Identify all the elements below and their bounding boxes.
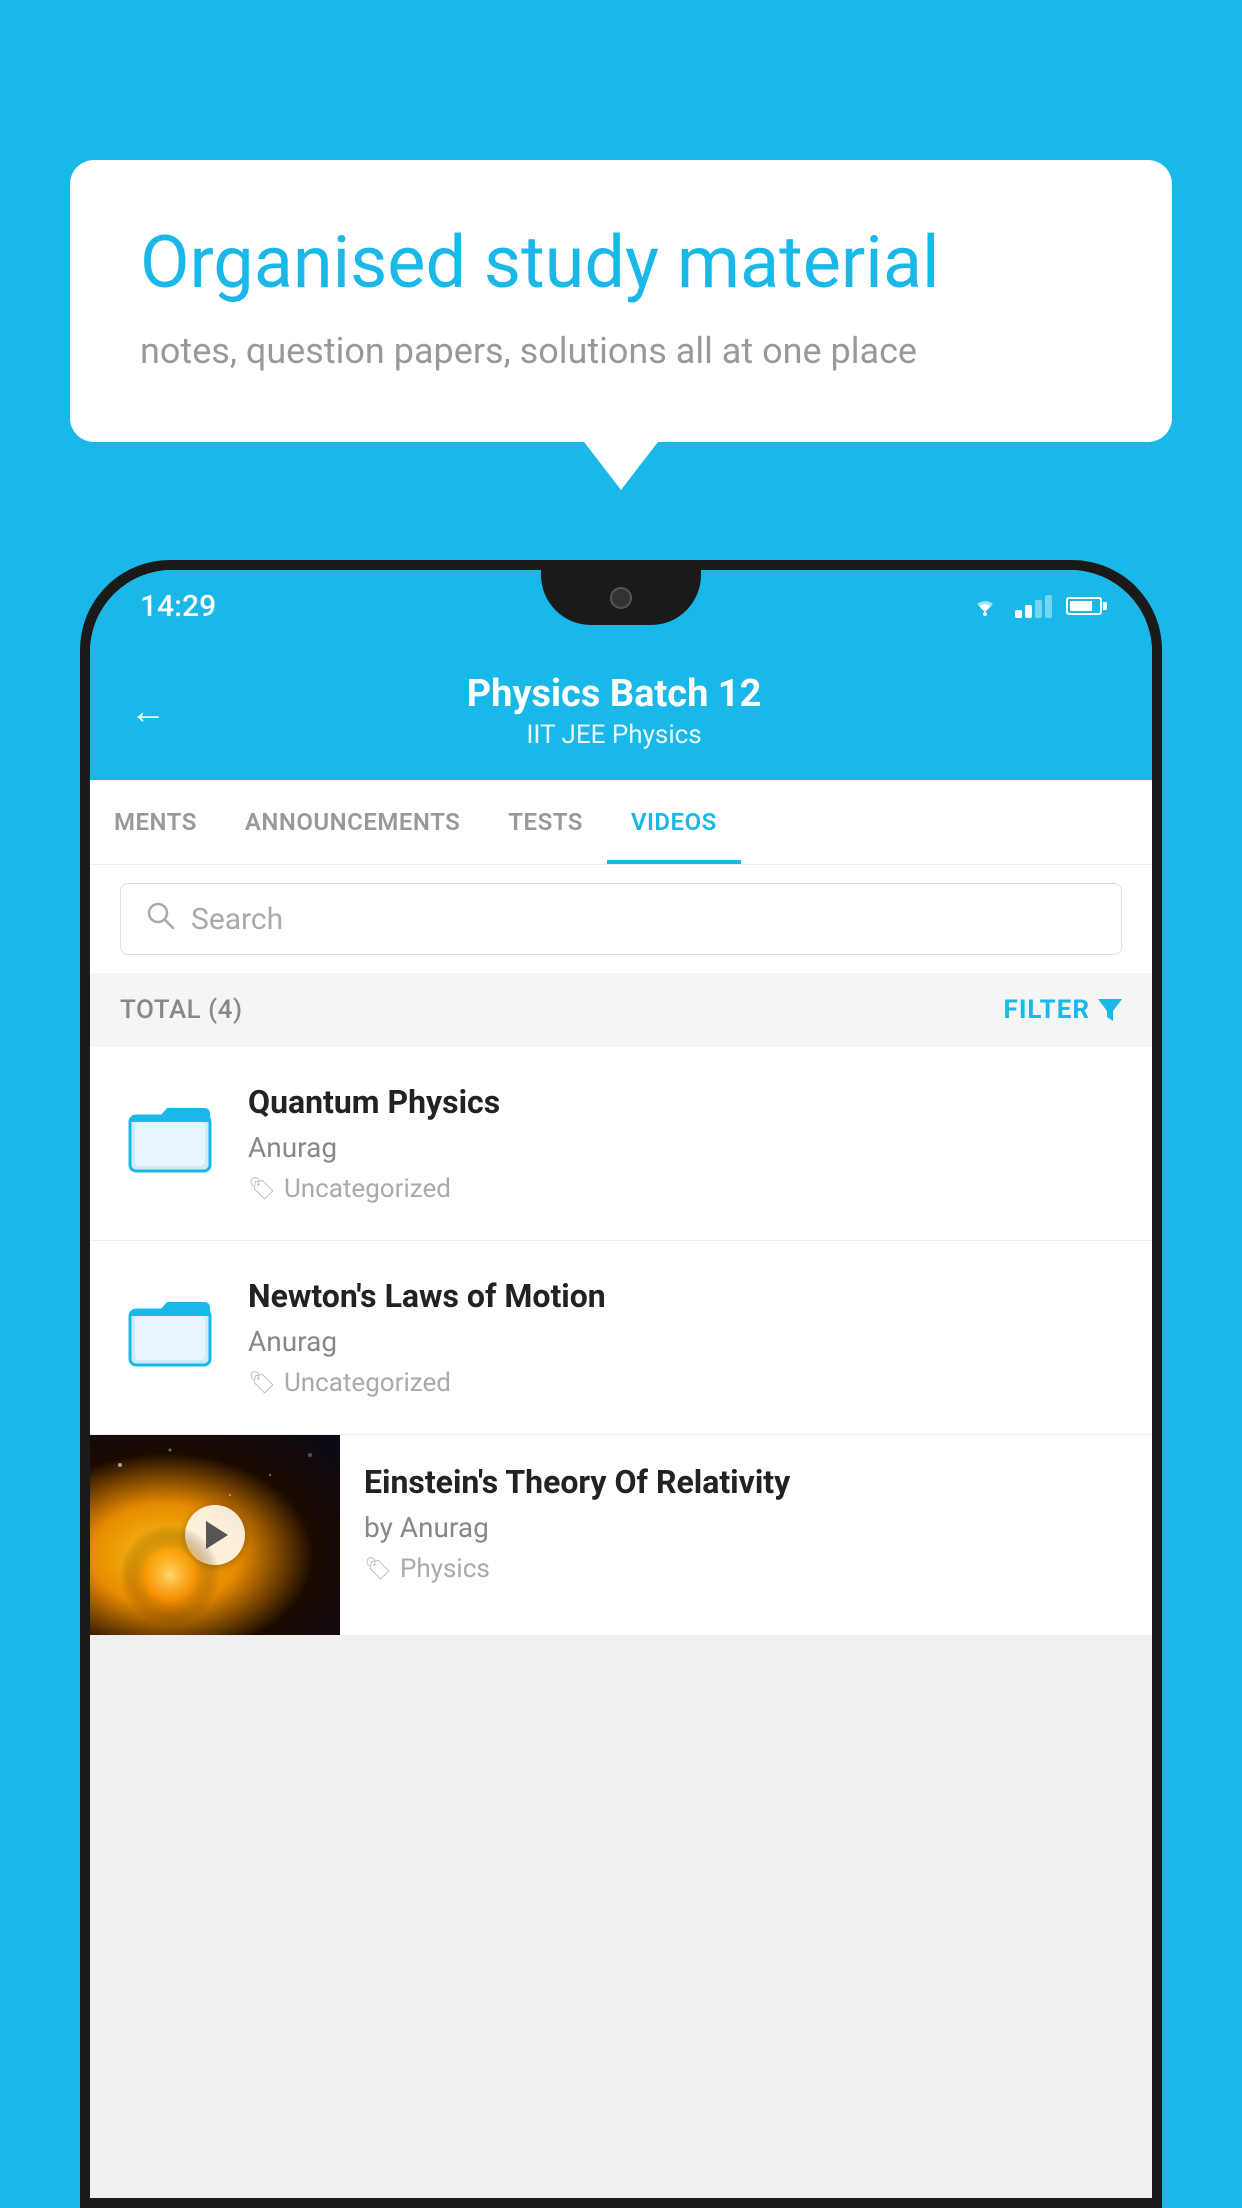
video-item-quantum[interactable]: Quantum Physics Anurag 🏷 Uncategorized [90,1047,1152,1241]
camera [610,587,632,609]
folder-thumb-quantum [120,1083,220,1183]
tab-tests[interactable]: TESTS [484,780,607,864]
video-title-einstein: Einstein's Theory Of Relativity [364,1463,1128,1501]
tab-videos[interactable]: VIDEOS [607,780,741,864]
thumb-background [90,1435,340,1635]
space-bg [90,1435,340,1635]
video-author-quantum: Anurag [248,1131,1122,1164]
tag-icon-einstein: 🏷 [364,1557,392,1582]
video-info-newton: Newton's Laws of Motion Anurag 🏷 Uncateg… [248,1277,1122,1398]
header-subtitle: IIT JEE Physics [196,720,1032,750]
total-count: TOTAL (4) [120,995,243,1025]
filter-label: FILTER [1004,995,1090,1025]
video-tag-einstein: 🏷 Physics [364,1554,1128,1584]
folder-icon-quantum [125,1088,215,1178]
back-button[interactable]: ← [130,690,166,732]
video-info-quantum: Quantum Physics Anurag 🏷 Uncategorized [248,1083,1122,1204]
tag-label-einstein: Physics [400,1554,490,1584]
signal-icon [1015,595,1052,618]
bubble-title: Organised study material [140,220,1102,306]
video-title-newton: Newton's Laws of Motion [248,1277,1122,1315]
tag-label-quantum: Uncategorized [284,1174,451,1204]
filter-bar: TOTAL (4) FILTER [90,973,1152,1047]
status-icons [969,594,1102,618]
video-tag-quantum: 🏷 Uncategorized [248,1174,1122,1204]
tab-ments[interactable]: MENTS [90,780,221,864]
tag-label-newton: Uncategorized [284,1368,451,1398]
video-author-newton: Anurag [248,1325,1122,1358]
video-author-einstein: by Anurag [364,1511,1128,1544]
search-bar-container: Search [90,865,1152,973]
tab-announcements[interactable]: ANNOUNCEMENTS [221,780,484,864]
speech-bubble: Organised study material notes, question… [70,160,1172,442]
video-tag-newton: 🏷 Uncategorized [248,1368,1122,1398]
search-input-wrap[interactable]: Search [120,883,1122,955]
header-title-block: Physics Batch 12 IIT JEE Physics [196,672,1032,750]
status-time: 14:29 [140,589,216,624]
battery-icon [1066,597,1102,615]
video-info-einstein: Einstein's Theory Of Relativity by Anura… [340,1435,1152,1612]
notch [541,570,701,625]
search-placeholder: Search [191,902,283,937]
filter-funnel-icon [1098,999,1122,1021]
tag-icon-newton: 🏷 [248,1371,276,1396]
search-icon [145,900,175,938]
header-title: Physics Batch 12 [196,672,1032,716]
video-title-quantum: Quantum Physics [248,1083,1122,1121]
app-header: ← Physics Batch 12 IIT JEE Physics [90,642,1152,780]
video-list: Quantum Physics Anurag 🏷 Uncategorized [90,1047,1152,1636]
folder-thumb-newton [120,1277,220,1377]
phone-frame: 14:29 [80,560,1162,2208]
tab-bar: MENTS ANNOUNCEMENTS TESTS VIDEOS [90,780,1152,865]
video-item-einstein[interactable]: Einstein's Theory Of Relativity by Anura… [90,1435,1152,1636]
filter-button[interactable]: FILTER [1004,995,1122,1025]
folder-icon-newton [125,1282,215,1372]
wifi-icon [969,594,1001,618]
bubble-subtitle: notes, question papers, solutions all at… [140,330,1102,372]
video-item-newton[interactable]: Newton's Laws of Motion Anurag 🏷 Uncateg… [90,1241,1152,1435]
status-bar: 14:29 [90,570,1152,642]
phone-screen: 14:29 [90,570,1152,2198]
tag-icon-quantum: 🏷 [248,1177,276,1202]
einstein-thumbnail [90,1435,340,1635]
